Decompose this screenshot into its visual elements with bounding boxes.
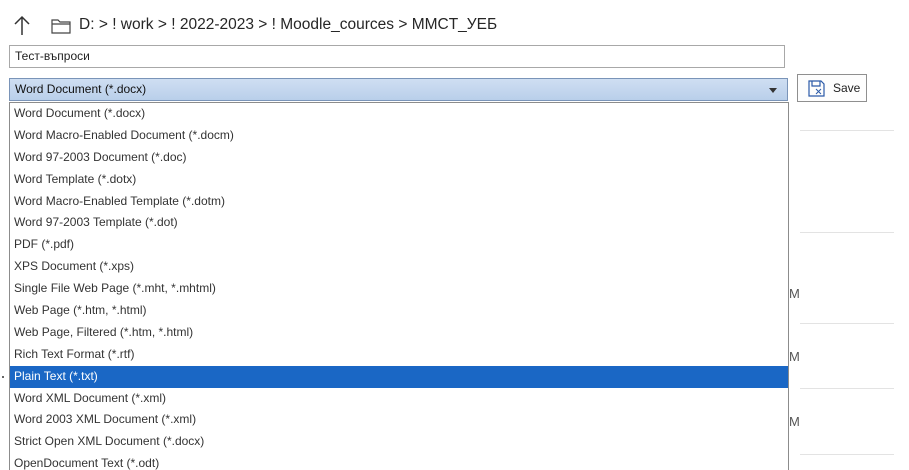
breadcrumb-separator: > (98, 16, 108, 33)
breadcrumb-segment[interactable]: D: (79, 16, 95, 33)
folder-icon (51, 19, 71, 34)
breadcrumb-segment[interactable]: MMCT_УЕБ (412, 16, 497, 33)
arrow-up-icon[interactable] (12, 14, 32, 36)
dropdown-option[interactable]: Web Page, Filtered (*.htm, *.html) (10, 322, 788, 344)
dropdown-option[interactable]: Strict Open XML Document (*.docx) (10, 431, 788, 453)
dropdown-option[interactable]: Single File Web Page (*.mht, *.mhtml) (10, 278, 788, 300)
breadcrumb[interactable]: D: > ! work > ! 2022-2023 > ! Moodle_cou… (79, 16, 497, 34)
dropdown-option[interactable]: XPS Document (*.xps) (10, 256, 788, 278)
save-button[interactable]: Save (797, 74, 867, 102)
stray-mark (2, 376, 4, 378)
truncated-cell: M (789, 286, 800, 301)
save-button-label: Save (833, 81, 861, 95)
dropdown-option[interactable]: Word Macro-Enabled Template (*.dotm) (10, 191, 788, 213)
divider (800, 454, 894, 455)
divider (800, 130, 894, 131)
dropdown-option[interactable]: Web Page (*.htm, *.html) (10, 300, 788, 322)
truncated-cell: M (789, 349, 800, 364)
breadcrumb-separator: > (398, 16, 408, 33)
divider (800, 323, 894, 324)
path-bar: D: > ! work > ! 2022-2023 > ! Moodle_cou… (0, 0, 909, 44)
file-type-select[interactable]: Word Document (*.docx) (9, 78, 788, 101)
divider (800, 388, 894, 389)
dropdown-option[interactable]: PDF (*.pdf) (10, 234, 788, 256)
dropdown-option[interactable]: OpenDocument Text (*.odt) (10, 453, 788, 470)
dropdown-option[interactable]: Plain Text (*.txt) (10, 365, 788, 388)
truncated-cell: M (789, 414, 800, 429)
divider (800, 232, 894, 233)
breadcrumb-segment[interactable]: ! 2022-2023 (171, 16, 254, 33)
breadcrumb-segment[interactable]: ! work (112, 16, 153, 33)
background-file-list (789, 102, 909, 470)
file-type-dropdown-list[interactable]: Word Document (*.docx) Word Macro-Enable… (9, 102, 789, 470)
filename-input[interactable]: Тест-въпроси (9, 45, 785, 68)
dropdown-option[interactable]: Word 97-2003 Document (*.doc) (10, 147, 788, 169)
breadcrumb-segment[interactable]: ! Moodle_cources (272, 16, 394, 33)
breadcrumb-separator: > (157, 16, 167, 33)
breadcrumb-separator: > (258, 16, 268, 33)
file-type-selected: Word Document (*.docx) (15, 82, 147, 96)
dropdown-option[interactable]: Word 2003 XML Document (*.xml) (10, 409, 788, 431)
dropdown-option[interactable]: Rich Text Format (*.rtf) (10, 344, 788, 366)
dropdown-option[interactable]: Word Template (*.dotx) (10, 169, 788, 191)
dropdown-option[interactable]: Word Document (*.docx) (10, 103, 788, 125)
chevron-down-icon[interactable] (769, 88, 777, 93)
save-icon (808, 80, 825, 97)
dropdown-option[interactable]: Word Macro-Enabled Document (*.docm) (10, 125, 788, 147)
dropdown-option[interactable]: Word 97-2003 Template (*.dot) (10, 212, 788, 234)
dropdown-option[interactable]: Word XML Document (*.xml) (10, 388, 788, 410)
